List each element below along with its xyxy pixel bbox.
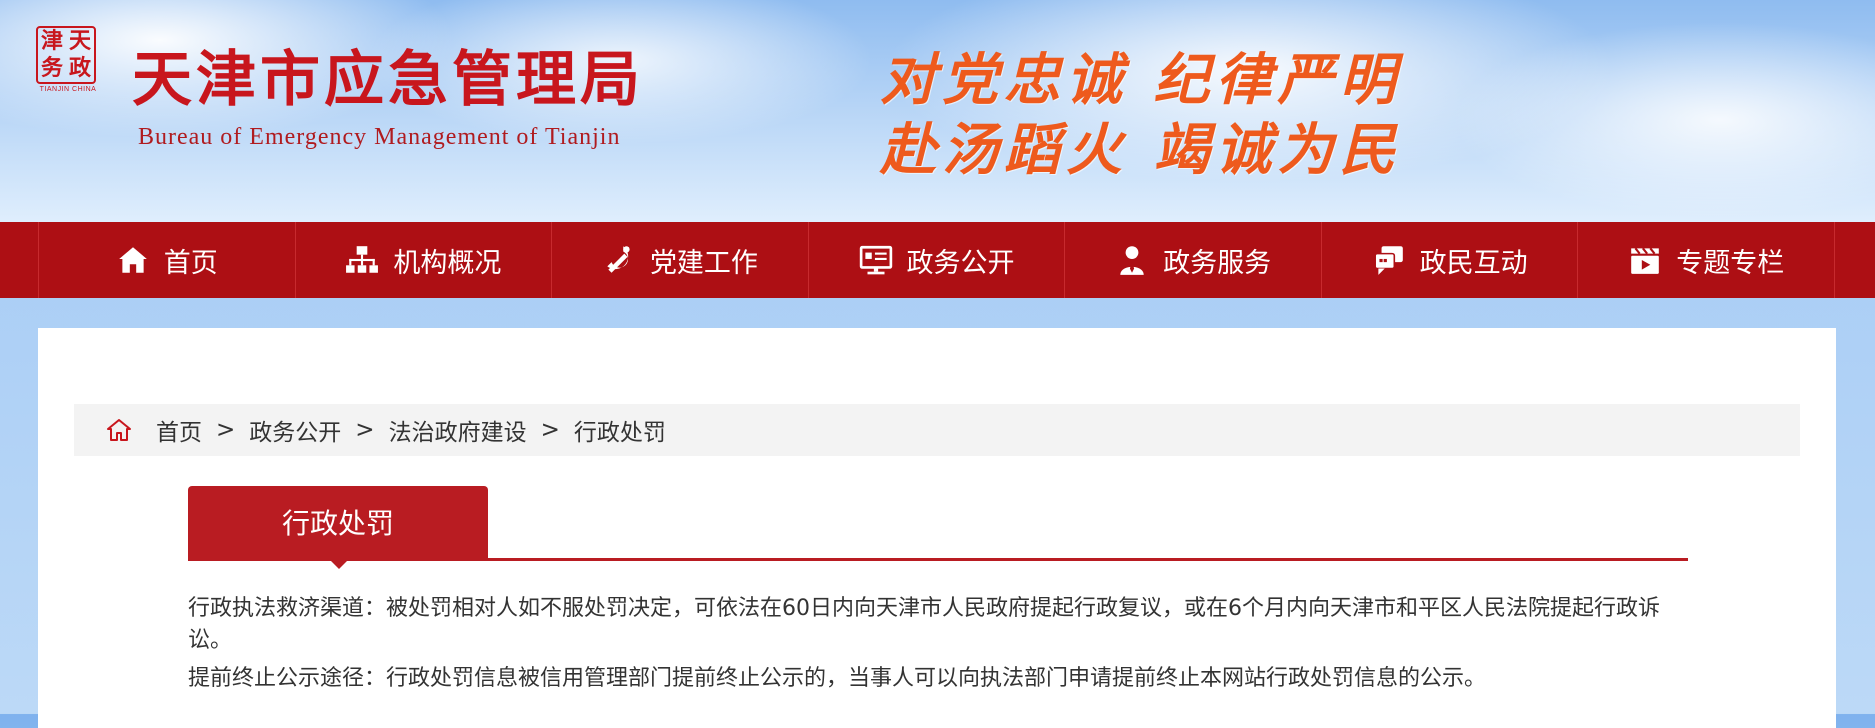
seal-char-2: 政 <box>68 55 91 81</box>
main-nav: 首页 机构概况 党建工作 政务公开 政务服务 政民互动 专题专栏 <box>0 222 1875 298</box>
breadcrumb-separator: > <box>355 417 375 443</box>
breadcrumb-home[interactable]: 首页 <box>156 413 202 447</box>
breadcrumb-current[interactable]: 行政处罚 <box>574 413 666 447</box>
home-icon[interactable] <box>106 417 132 443</box>
presentation-screen-icon <box>859 245 892 275</box>
seal-box: 津 天 务 政 <box>36 26 96 84</box>
site-subtitle: Bureau of Emergency Management of Tianji… <box>138 124 621 150</box>
section-header: 行政处罚 <box>188 486 1688 569</box>
site-title[interactable]: 天津市应急管理局 <box>132 40 644 120</box>
main-nav-inner: 首页 机构概况 党建工作 政务公开 政务服务 政民互动 专题专栏 <box>38 222 1836 298</box>
nav-item-label: 专题专栏 <box>1676 247 1785 279</box>
nav-item-label: 首页 <box>163 247 218 279</box>
breadcrumb-rule-of-law[interactable]: 法治政府建设 <box>389 413 527 447</box>
nav-item-label: 政务服务 <box>1163 247 1272 279</box>
home-icon <box>118 247 147 273</box>
nav-item-label: 党建工作 <box>649 247 758 279</box>
slogan-line-2: 赴汤蹈火 竭诚为民 <box>880 117 1402 183</box>
party-emblem-icon <box>607 246 630 273</box>
nav-item-label: 机构概况 <box>393 247 502 279</box>
section-title: 行政处罚 <box>281 507 394 540</box>
notice-text: 行政执法救济渠道：被处罚相对人如不服处罚决定，可依法在60日内向天津市人民政府提… <box>188 593 1698 701</box>
seal-char-0: 天 <box>68 28 91 54</box>
nav-item-org[interactable]: 机构概况 <box>294 222 552 298</box>
org-chart-icon <box>346 246 379 273</box>
notice-remedy: 行政执法救济渠道：被处罚相对人如不服处罚决定，可依法在60日内向天津市人民政府提… <box>188 596 1660 653</box>
nav-item-home[interactable]: 首页 <box>38 222 295 298</box>
breadcrumb-separator: > <box>216 417 236 443</box>
section-divider <box>188 558 1688 561</box>
chat-bubbles-icon <box>1374 246 1403 275</box>
breadcrumb-gov-info[interactable]: 政务公开 <box>249 413 341 447</box>
seal-subtext: TIANJIN CHINA <box>39 86 97 93</box>
nav-item-interaction[interactable]: 政民互动 <box>1320 222 1578 298</box>
section-tab[interactable]: 行政处罚 <box>188 486 488 569</box>
nav-item-party[interactable]: 党建工作 <box>551 222 808 298</box>
nav-item-label: 政务公开 <box>906 247 1015 279</box>
nav-item-special[interactable]: 专题专栏 <box>1577 222 1836 298</box>
person-service-icon <box>1120 246 1144 275</box>
notice-termination: 提前终止公示途径：行政处罚信息被信用管理部门提前终止公示的，当事人可以向执法部门… <box>188 666 1487 691</box>
breadcrumb: 首页 > 政务公开 > 法治政府建设 > 行政处罚 <box>74 404 1800 456</box>
header-banner: 津 天 务 政 TIANJIN CHINA 天津市应急管理局 Bureau of… <box>0 0 1875 222</box>
breadcrumb-separator: > <box>540 417 560 443</box>
slogan-line-1: 对党忠诚 纪律严明 <box>880 47 1402 113</box>
seal-char-1: 津 <box>40 28 63 54</box>
nav-item-gov-service[interactable]: 政务服务 <box>1064 222 1321 298</box>
nav-item-gov-info[interactable]: 政务公开 <box>807 222 1065 298</box>
nav-item-label: 政民互动 <box>1419 247 1528 279</box>
seal-char-3: 务 <box>40 55 63 81</box>
site-logo-seal[interactable]: 津 天 务 政 TIANJIN CHINA <box>36 26 100 96</box>
clapperboard-icon <box>1631 247 1660 274</box>
content-card: 首页 > 政务公开 > 法治政府建设 > 行政处罚 行政处罚 行政执法救济渠道：… <box>38 328 1836 728</box>
